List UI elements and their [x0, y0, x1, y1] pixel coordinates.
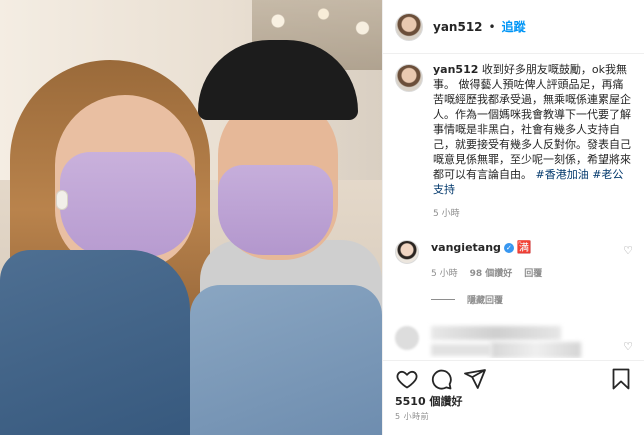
heart-icon[interactable] — [395, 367, 419, 391]
comment-timestamp[interactable]: 5 小時 — [431, 266, 458, 279]
hashtag-link[interactable]: #香港加油 — [536, 168, 589, 181]
comment-emoji: 🈵 — [516, 240, 532, 254]
comments-area[interactable]: yan512 收到好多朋友嘅鼓勵，ok我無事。 做得藝人預咗俾人評頭品足，再痛苦… — [383, 62, 644, 358]
post-actions-bar — [383, 360, 644, 390]
blurred-text — [491, 342, 581, 358]
paper-plane-icon[interactable] — [463, 367, 487, 391]
caption-author-avatar[interactable] — [395, 64, 423, 92]
author-avatar[interactable] — [395, 12, 423, 41]
post-caption-block: yan512 收到好多朋友嘅鼓勵，ok我無事。 做得藝人預咗俾人評頭品足，再痛苦… — [395, 62, 633, 222]
woman-denim-jacket — [0, 250, 190, 435]
comment-item: vangietang ✓ 🈵 5 小時 98 個讚好 回覆 ♡ — [395, 240, 633, 279]
likes-count[interactable]: 5510 個讚好 — [395, 393, 462, 409]
caption-username[interactable]: yan512 — [433, 63, 478, 76]
blurred-text — [431, 344, 491, 356]
commenter-avatar[interactable] — [395, 240, 419, 264]
comment-likes[interactable]: 98 個讚好 — [470, 266, 513, 279]
woman-face-mask — [60, 152, 196, 257]
hide-replies-label: 隱藏回覆 — [467, 296, 504, 306]
author-username[interactable]: yan512 — [433, 20, 483, 34]
replies-divider-line — [431, 299, 455, 300]
comment-body: vangietang ✓ 🈵 5 小時 98 個讚好 回覆 — [431, 240, 607, 279]
post-side-panel: yan512 • 追蹤 yan512 收到好多朋友嘅鼓勵，ok我無事。 做得藝人… — [382, 0, 644, 435]
commenter-username[interactable]: vangietang — [431, 241, 501, 254]
blurred-reply: ♡ — [395, 322, 633, 358]
woman-earring — [56, 190, 68, 210]
comment-meta: 5 小時 98 個讚好 回覆 — [431, 266, 607, 279]
post-timestamp[interactable]: 5 小時前 — [395, 411, 429, 422]
reply-like-heart-icon[interactable]: ♡ — [623, 340, 633, 353]
caption-text: 收到好多朋友嘅鼓勵，ok我無事。 做得藝人預咗俾人評頭品足，再痛苦嘅經歷我都承受… — [433, 63, 631, 181]
man-face-mask — [218, 165, 333, 255]
post-header: yan512 • 追蹤 — [383, 0, 644, 54]
blurred-text — [431, 326, 561, 340]
comment-like-heart-icon[interactable]: ♡ — [623, 244, 633, 257]
hide-replies-toggle[interactable]: 隱藏回覆 — [431, 293, 633, 306]
separator-dot: • — [488, 19, 496, 34]
verified-badge-icon: ✓ — [503, 243, 514, 253]
bookmark-icon[interactable] — [609, 367, 633, 391]
caption-body: yan512 收到好多朋友嘅鼓勵，ok我無事。 做得藝人預咗俾人評頭品足，再痛苦… — [433, 62, 633, 222]
comment-icon[interactable] — [429, 367, 453, 391]
follow-button[interactable]: 追蹤 — [502, 18, 526, 35]
blurred-avatar — [395, 326, 419, 350]
caption-timestamp[interactable]: 5 小時 — [433, 207, 633, 222]
reply-button[interactable]: 回覆 — [524, 266, 542, 279]
man-denim-jacket — [190, 285, 382, 435]
post-photo: 日 — [0, 0, 382, 435]
